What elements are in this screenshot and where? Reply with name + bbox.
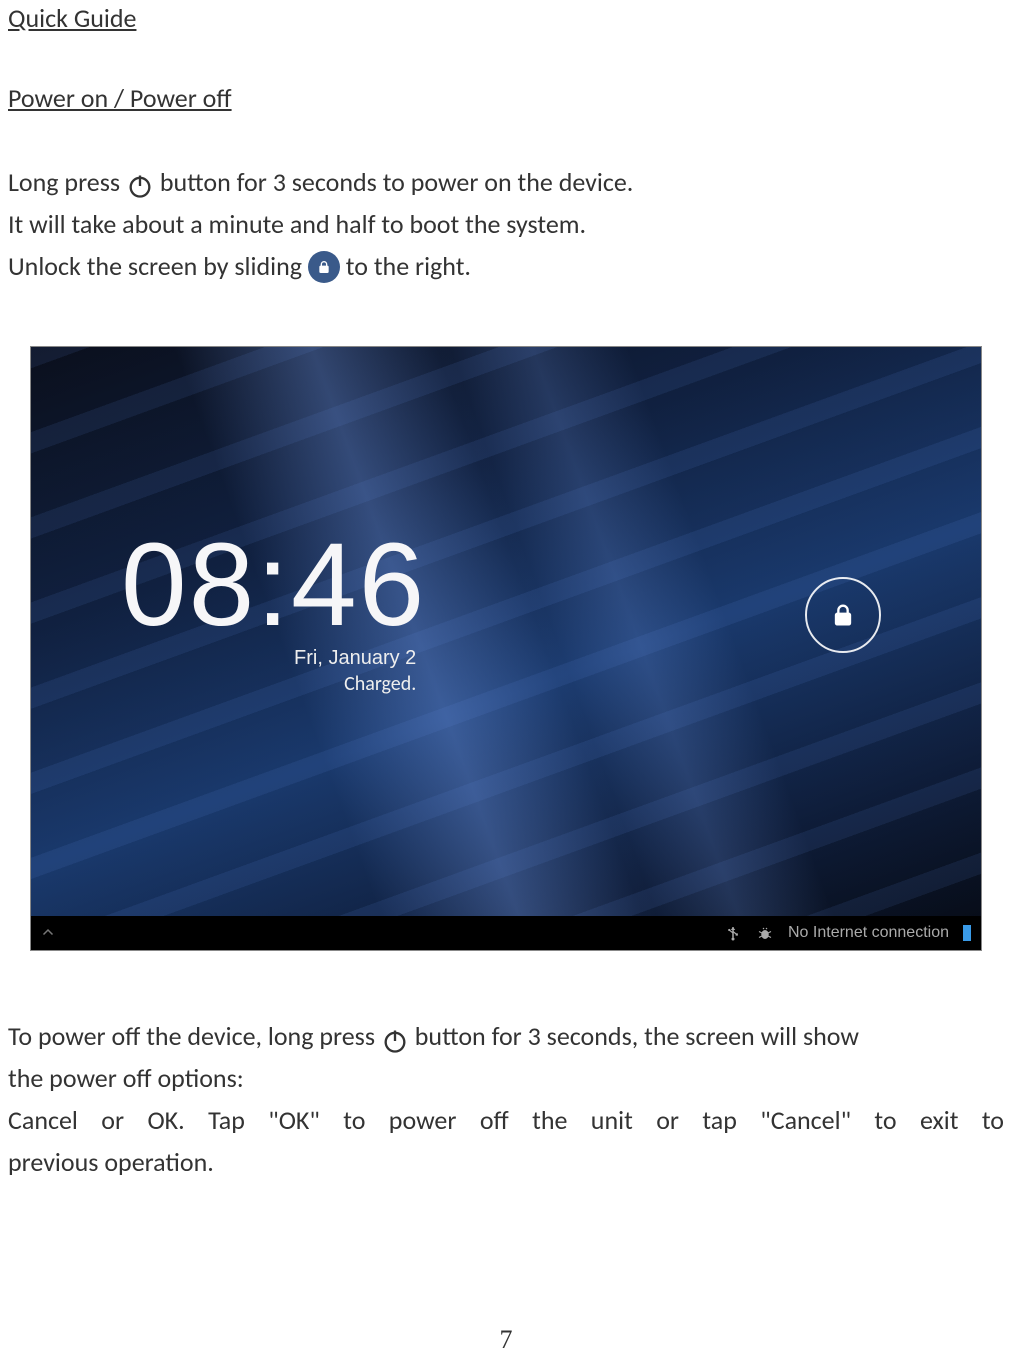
below-line-4: previous operation. <box>8 1141 1004 1183</box>
debug-icon <box>756 924 774 942</box>
para1-text-a: Long press <box>8 166 126 198</box>
below-line-1: To power off the device, long press butt… <box>8 1015 1004 1057</box>
para3-text-b: to the right. <box>346 250 471 282</box>
below1-text-a: To power off the device, long press <box>8 1020 381 1052</box>
below-line-2: the power off options: <box>8 1057 1004 1099</box>
below-paragraph: To power off the device, long press butt… <box>8 1015 1004 1183</box>
guide-title: Quick Guide <box>8 2 1004 34</box>
paragraph-line-3: Unlock the screen by sliding to the righ… <box>8 246 1004 286</box>
status-bar: No Internet connection <box>31 916 981 950</box>
below1-text-b: button for 3 seconds, the screen will sh… <box>415 1020 859 1052</box>
power-icon <box>381 1025 409 1053</box>
para1-text-b: button for 3 seconds to power on the dev… <box>160 166 634 198</box>
lock-slider-handle[interactable] <box>805 577 881 653</box>
battery-icon <box>963 925 971 941</box>
below-line-3: Cancel or OK. Tap "OK" to power off the … <box>8 1099 1004 1141</box>
paragraph-line-2: It will take about a minute and half to … <box>8 204 1004 244</box>
lockscreen-screenshot: 08:46 Fri, January 2 Charged. <box>30 346 982 951</box>
page-number: 7 <box>0 1325 1012 1355</box>
lock-icon <box>308 251 340 283</box>
power-icon <box>126 171 154 199</box>
section-title: Power on / Power off <box>8 82 1004 114</box>
clock-battery-status: Charged. <box>121 672 416 696</box>
swipe-up-icon <box>39 924 57 947</box>
clock-area: 08:46 Fri, January 2 Charged. <box>121 517 426 696</box>
paragraph-line-1: Long press button for 3 seconds to power… <box>8 162 1004 202</box>
usb-icon <box>724 924 742 942</box>
status-text: No Internet connection <box>788 924 949 942</box>
para3-text-a: Unlock the screen by sliding <box>8 250 308 282</box>
clock-time: 08:46 <box>121 517 426 653</box>
